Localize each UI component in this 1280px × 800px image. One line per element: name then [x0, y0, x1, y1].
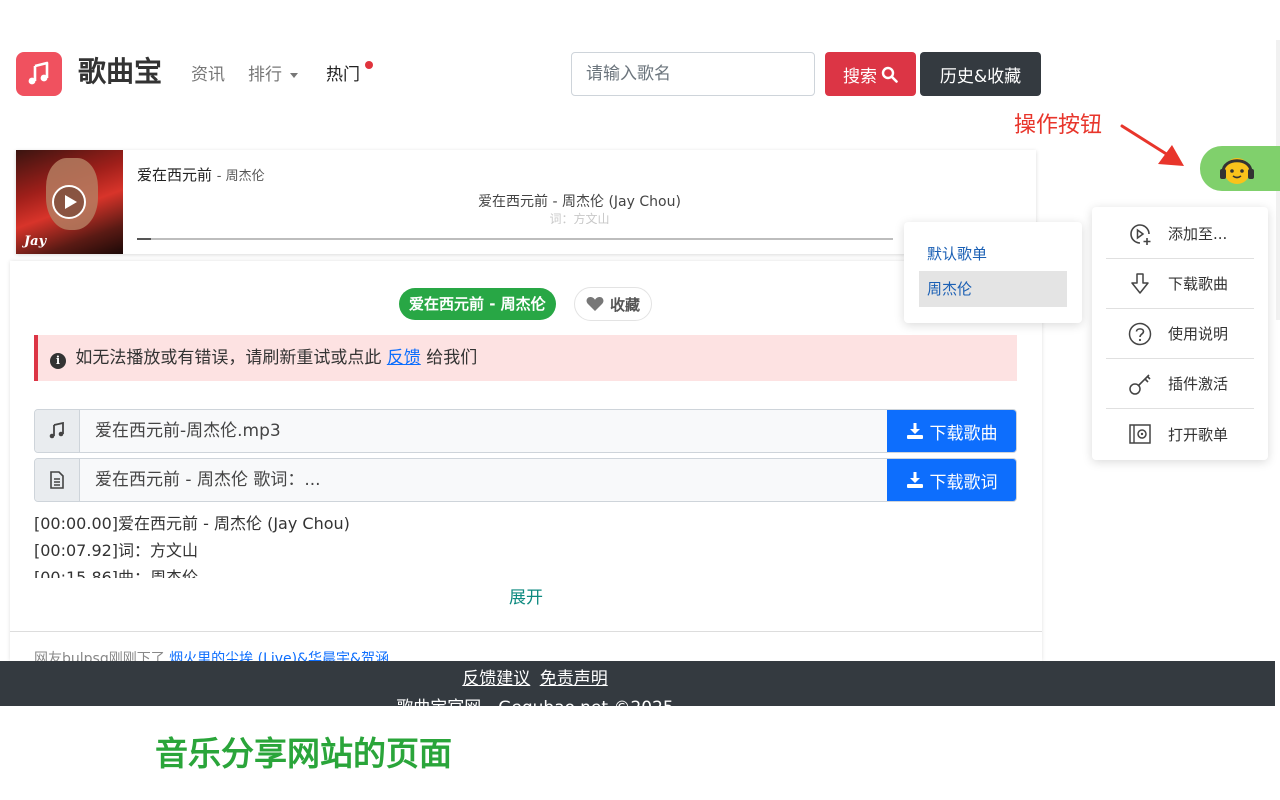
annotation-arrow-icon [1120, 124, 1184, 166]
site-logo[interactable] [16, 52, 62, 96]
menu-item-add-to[interactable]: 添加至... [1106, 209, 1254, 259]
disclaimer-link[interactable]: 免责声明 [540, 669, 608, 689]
song-file-name[interactable]: 爱在西元前-周杰伦.mp3 [95, 410, 281, 452]
divider [10, 631, 1042, 632]
lyrics-download-row: 爱在西元前 - 周杰伦 歌词：... 下载歌词 [34, 458, 1017, 502]
footer: 反馈建议 免责声明 歌曲宝官网 - Gequbao.net ©2025 [0, 661, 1275, 706]
playlist-add-icon [1126, 220, 1154, 248]
annotation-label: 操作按钮 [1014, 113, 1103, 138]
favorite-label: 收藏 [609, 295, 640, 314]
music-icon [35, 410, 80, 452]
lyric-line: [00:15.86]曲：周杰伦 [34, 568, 199, 578]
menu-label: 打开歌单 [1168, 425, 1229, 444]
menu-label: 使用说明 [1168, 325, 1229, 343]
page-caption: 音乐分享网站的页面 [155, 734, 452, 773]
download-song-label: 下载歌曲 [929, 423, 998, 444]
heart-icon [586, 296, 604, 311]
play-icon[interactable] [52, 185, 86, 219]
download-lyrics-button[interactable]: 下载歌词 [887, 459, 1016, 501]
menu-label: 下载歌曲 [1168, 275, 1229, 293]
playlist-icon [1126, 420, 1154, 448]
lyric-line: [00:00.00]爱在西元前 - 周杰伦 (Jay Chou) [34, 514, 350, 533]
cover-text: Jay [24, 234, 47, 249]
feedback-link[interactable]: 反馈建议 [462, 669, 530, 689]
search-icon [881, 66, 898, 83]
playlist-option-default[interactable]: 默认歌单 [919, 236, 1067, 272]
lyrics-preview: [00:00.00]爱在西元前 - 周杰伦 (Jay Chou) [00:07.… [34, 510, 1014, 578]
menu-item-download[interactable]: 下载歌曲 [1106, 259, 1254, 309]
nav-news[interactable]: 资讯 [191, 63, 225, 87]
download-song-button[interactable]: 下载歌曲 [887, 410, 1016, 452]
lyric-line: [00:07.92]词：方文山 [34, 541, 199, 560]
alert-text: 如无法播放或有错误，请刷新重试或点此 [75, 348, 382, 368]
caret-down-icon [290, 72, 298, 78]
favorite-button[interactable]: 收藏 [574, 287, 652, 321]
player-song-title: 爱在西元前 [137, 166, 213, 184]
player-artist: 周杰伦 [225, 169, 265, 184]
playlist-popup: 默认歌单 周杰伦 [904, 222, 1082, 323]
nav-hot[interactable]: 热门 [326, 63, 360, 87]
song-title-badge: 爱在西元前 - 周杰伦 [399, 288, 556, 320]
menu-item-open-playlist[interactable]: 打开歌单 [1106, 409, 1254, 459]
menu-item-activate[interactable]: 插件激活 [1106, 359, 1254, 409]
menu-label: 添加至... [1168, 225, 1228, 243]
help-icon [1126, 320, 1154, 348]
search-button[interactable]: 搜索 [825, 52, 916, 96]
download-icon [906, 472, 923, 488]
progress-bar[interactable] [137, 238, 893, 240]
playlist-option-jay[interactable]: 周杰伦 [919, 271, 1067, 307]
nav-rank-dropdown[interactable]: 排行 [248, 63, 298, 87]
search-button-label: 搜索 [843, 66, 877, 87]
audio-player: Jay 爱在西元前 - 周杰伦 爱在西元前 - 周杰伦 (Jay Chou) 词… [16, 150, 1036, 254]
extension-menu: 添加至... 下载歌曲 使用说明 插件激活 打开歌单 [1092, 207, 1268, 460]
ticker-song-link[interactable]: 烟火里的尘埃 (Live)&华晨宇&贺涵 [169, 651, 389, 661]
expand-lyrics-link[interactable]: 展开 [10, 583, 1042, 608]
player-title: 爱在西元前 - 周杰伦 [137, 166, 265, 184]
song-download-row: 爱在西元前-周杰伦.mp3 下载歌曲 [34, 409, 1017, 453]
history-favorites-button[interactable]: 历史&收藏 [920, 52, 1041, 96]
hot-indicator-dot [365, 61, 373, 69]
download-arrow-icon [1126, 270, 1154, 298]
lyrics-summary[interactable]: 爱在西元前 - 周杰伦 歌词：... [95, 459, 321, 501]
search-input[interactable] [571, 52, 815, 96]
music-note-icon [28, 61, 49, 85]
player-next-lyric: 词：方文山 [549, 212, 610, 224]
footer-copyright: 歌曲宝官网 - Gequbao.net ©2025 [0, 693, 1070, 706]
alert-tail: 给我们 [426, 348, 478, 368]
feedback-link[interactable]: 反馈 [387, 348, 421, 368]
recent-download-ticker: 网友bulpsq刚刚下了 烟火里的尘埃 (Live)&华晨宇&贺涵 [34, 648, 389, 661]
menu-label: 插件激活 [1168, 375, 1229, 393]
album-cover: Jay [16, 150, 123, 254]
player-current-lyric: 爱在西元前 - 周杰伦 (Jay Chou) [478, 194, 681, 210]
document-icon [35, 459, 80, 501]
download-icon [906, 423, 923, 439]
error-alert: i 如无法播放或有错误，请刷新重试或点此 反馈 给我们 [34, 335, 1017, 381]
ticker-prefix: 网友bulpsq刚刚下了 [34, 651, 165, 661]
download-lyrics-label: 下载歌词 [929, 472, 998, 493]
info-icon: i [50, 353, 66, 369]
footer-links: 反馈建议 免责声明 [0, 664, 1070, 689]
nav-rank-label: 排行 [248, 65, 282, 85]
menu-item-help[interactable]: 使用说明 [1106, 309, 1254, 359]
site-brand[interactable]: 歌曲宝 [78, 52, 162, 92]
headphone-face-icon [1220, 158, 1254, 184]
extension-action-button[interactable] [1200, 146, 1280, 191]
song-detail-card: 爱在西元前 - 周杰伦 收藏 i 如无法播放或有错误，请刷新重试或点此 反馈 给… [10, 261, 1042, 661]
key-icon [1126, 370, 1154, 398]
